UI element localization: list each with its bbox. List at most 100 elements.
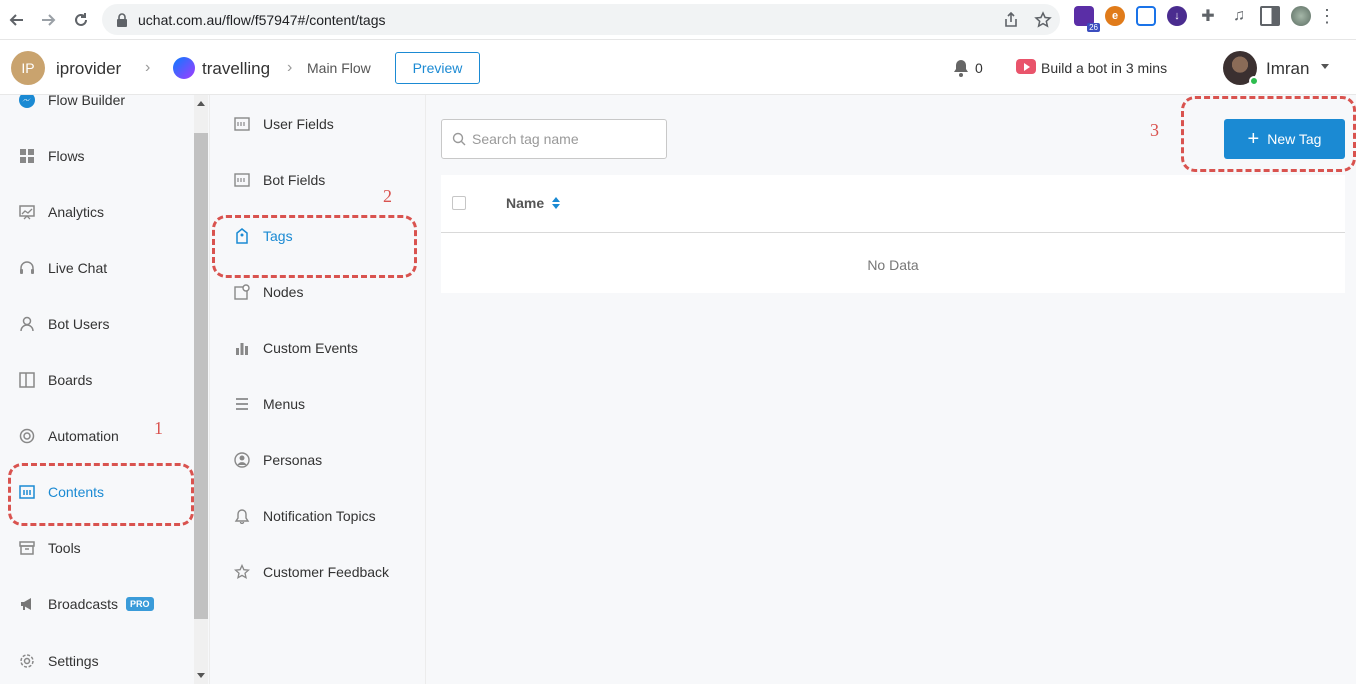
submenu-item-label: User Fields [263,116,334,132]
submenu-item-label: Customer Feedback [263,564,390,580]
annotation-box-tags [212,215,417,278]
submenu-item-customer-feedback[interactable]: Customer Feedback [234,560,389,584]
bookmark-star-icon[interactable] [1034,11,1052,29]
search-tag-box[interactable] [441,119,667,159]
profile-avatar-icon[interactable] [1291,6,1311,26]
sidebar-item-boards[interactable]: Boards [18,368,92,392]
sidebar-item-label: Bot Users [48,316,110,332]
submenu-item-label: Menus [263,396,306,412]
back-arrow-icon [9,14,23,26]
bar-chart-icon [234,340,250,356]
select-all-checkbox[interactable] [452,196,466,210]
sidebar-scroll-thumb[interactable] [194,133,208,619]
submenu-item-label: Personas [263,452,323,468]
node-icon [234,284,250,300]
extension-screen-icon[interactable] [1136,6,1156,26]
sidebar-item-settings[interactable]: Settings [18,649,99,673]
field-icon [234,116,250,132]
preview-button[interactable]: Preview [395,52,480,84]
share-icon[interactable] [1002,11,1020,29]
sidebar-item-label: Broadcasts [48,596,119,612]
contents-submenu: User Fields Bot Fields Tags Nodes Custom… [210,95,426,684]
headset-icon [18,259,36,277]
address-bar[interactable]: uchat.com.au/flow/f57947#/content/tags [102,4,1060,35]
table-header: Name [441,175,1345,233]
sidebar-item-tools[interactable]: Tools [18,536,81,560]
submenu-item-user-fields[interactable]: User Fields [234,112,334,136]
submenu-item-custom-events[interactable]: Custom Events [234,336,358,360]
submenu-item-personas[interactable]: Personas [234,448,322,472]
sidebar-item-flow-builder[interactable]: Flow Builder [18,95,125,112]
forward-button[interactable] [33,5,63,35]
lock-icon [117,12,127,27]
sidebar-item-flows[interactable]: Flows [18,144,85,168]
build-bot-link[interactable]: Build a bot in 3 mins [1041,60,1167,76]
sidebar-item-label: Settings [48,653,99,669]
annotation-box-contents [8,463,194,526]
bell-icon [234,508,250,524]
workspace-avatar[interactable]: IP [11,51,45,85]
submenu-item-label: Notification Topics [263,508,376,524]
reload-button[interactable] [66,5,96,35]
url-text: uchat.com.au/flow/f57947#/content/tags [138,11,386,28]
submenu-item-label: Nodes [263,284,304,300]
sidebar-item-automation[interactable]: Automation [18,424,119,448]
messenger-icon [18,95,36,109]
tags-table: Name No Data [441,175,1345,293]
sidebar-item-label: Analytics [48,204,105,220]
forward-arrow-icon [42,14,56,26]
sort-icon[interactable] [552,197,561,209]
star-icon [234,564,250,580]
caret-down-icon[interactable] [1321,64,1329,69]
persona-icon [234,452,250,468]
user-name[interactable]: Imran [1266,59,1309,79]
workspace-name[interactable]: iprovider [56,59,121,79]
sidebar-item-label: Live Chat [48,260,108,276]
app-header: IP iprovider › travelling › Main Flow Pr… [0,40,1356,95]
extensions-puzzle-icon[interactable]: ✚ [1198,6,1218,26]
youtube-icon[interactable] [1016,59,1036,74]
pro-badge: PRO [126,597,154,611]
back-button[interactable] [2,5,32,35]
notification-count: 0 [975,60,983,76]
extension-graduation-icon[interactable]: 26 [1074,6,1100,32]
browser-menu-icon[interactable]: ⋮ [1318,6,1336,26]
board-icon [18,371,36,389]
chevron-right-icon: › [287,59,293,76]
user-icon [18,315,36,333]
bot-name[interactable]: travelling [202,59,270,79]
sidebar-item-analytics[interactable]: Analytics [18,200,104,224]
annotation-number: 1 [154,418,163,438]
side-panel-icon[interactable] [1260,6,1280,26]
extension-e-icon[interactable]: e [1105,6,1125,26]
notification-bell-icon[interactable] [951,58,971,78]
annotation-box-new-tag [1181,96,1356,172]
scroll-down-arrow-icon[interactable] [197,673,205,678]
search-tag-input[interactable] [472,131,652,147]
submenu-item-bot-fields[interactable]: Bot Fields [234,168,325,192]
column-header-name[interactable]: Name [506,195,561,211]
submenu-item-notification-topics[interactable]: Notification Topics [234,504,376,528]
annotation-number: 3 [1150,120,1159,140]
search-icon [452,132,466,146]
menu-icon [234,396,250,412]
sidebar-item-live-chat[interactable]: Live Chat [18,256,107,280]
extension-badge: 26 [1087,23,1100,32]
messenger-icon [173,57,195,79]
online-status-dot [1249,76,1259,86]
empty-state-text: No Data [867,257,919,273]
lifebuoy-icon [18,427,36,445]
sidebar-item-label: Boards [48,372,93,388]
annotation-number: 2 [383,186,392,206]
flow-name[interactable]: Main Flow [307,60,371,76]
sidebar-item-bot-users[interactable]: Bot Users [18,312,109,336]
extensions-area: 26 e ↓ ✚ ♫ ⋮ [1074,6,1336,32]
submenu-item-menus[interactable]: Menus [234,392,305,416]
sidebar-item-broadcasts[interactable]: Broadcasts PRO [18,592,154,616]
chart-icon [18,203,36,221]
extension-download-icon[interactable]: ↓ [1167,6,1187,26]
submenu-item-label: Bot Fields [263,172,326,188]
scroll-up-arrow-icon[interactable] [197,101,205,106]
media-control-icon[interactable]: ♫ [1229,6,1249,26]
submenu-item-nodes[interactable]: Nodes [234,280,303,304]
